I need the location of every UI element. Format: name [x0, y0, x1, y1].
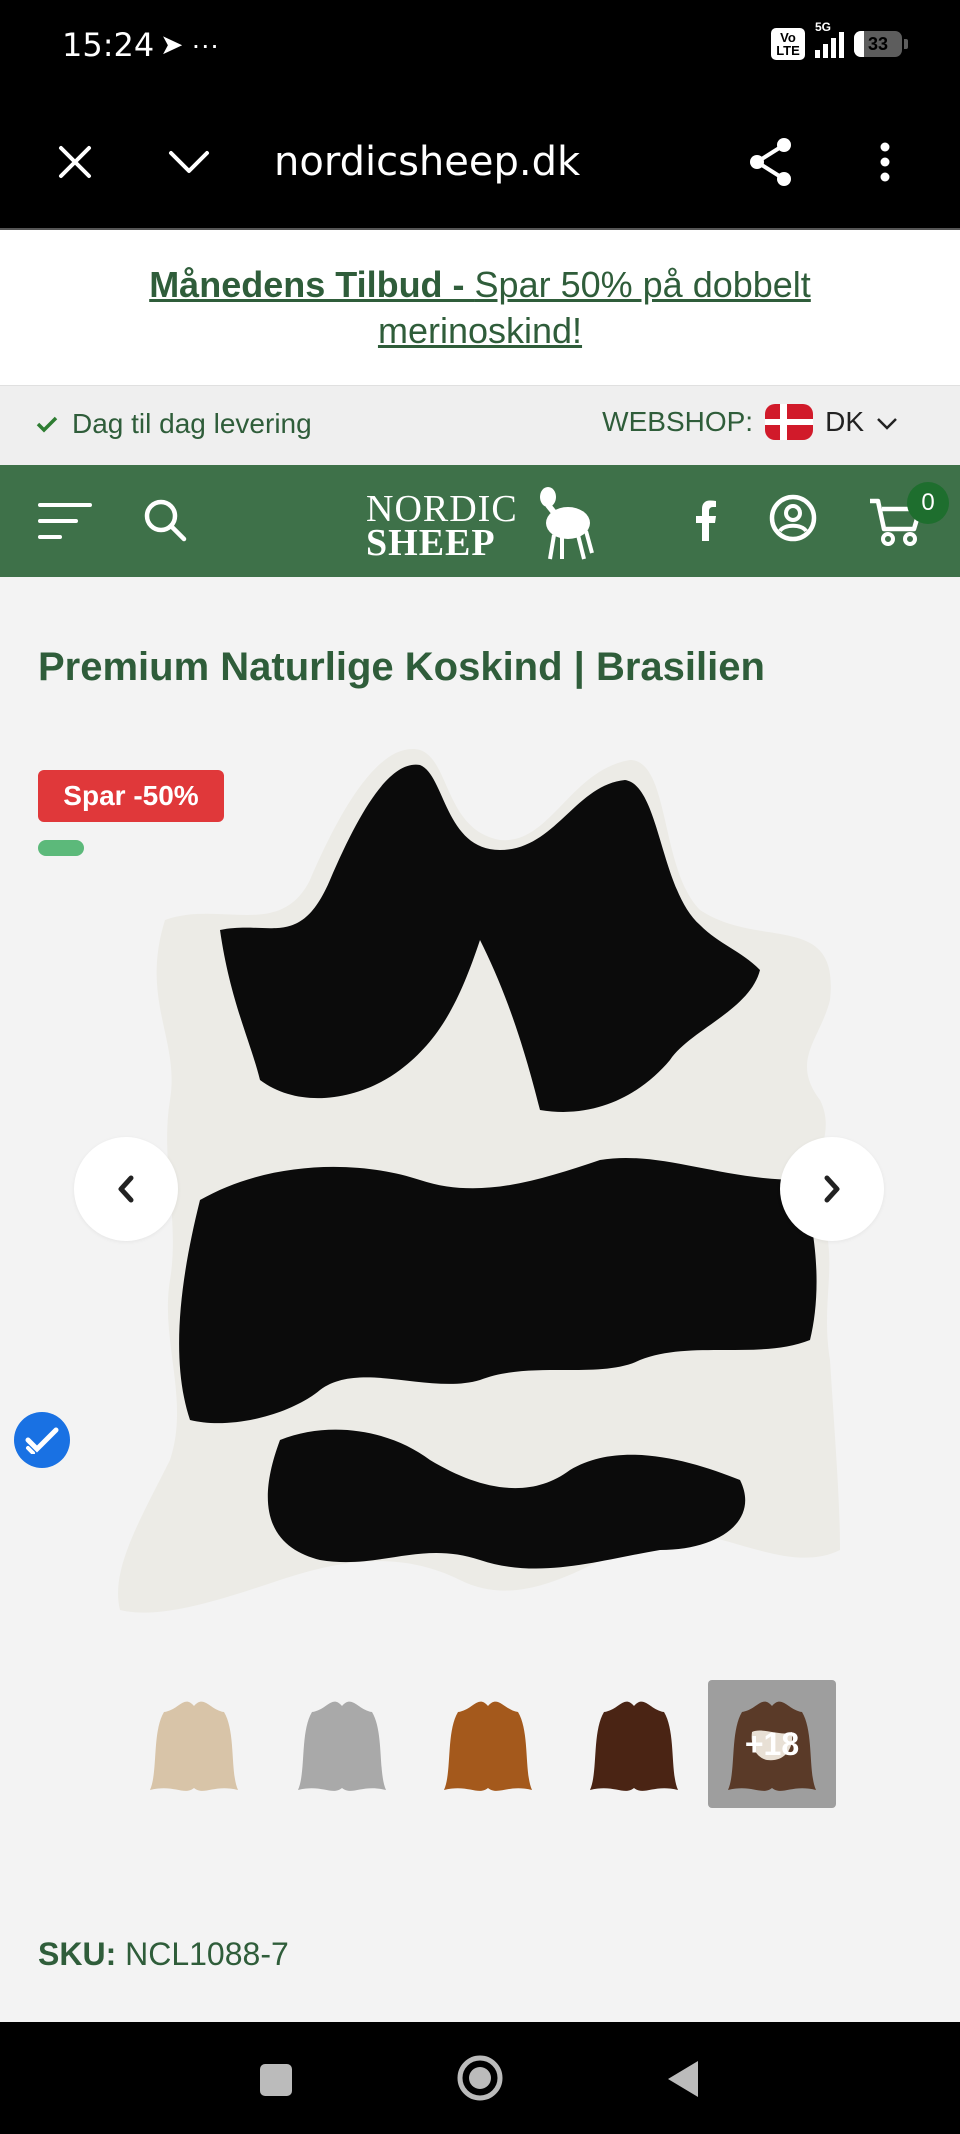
search-icon[interactable]: [142, 497, 188, 543]
promo-bold: Månedens Tilbud -: [149, 264, 475, 305]
promo-text[interactable]: Månedens Tilbud - Spar 50% på dobbelt me…: [100, 262, 860, 354]
info-bar: Dag til dag levering WEBSHOP: DK: [0, 385, 960, 466]
thumbnail[interactable]: [278, 1680, 406, 1808]
delivery-info: Dag til dag levering: [36, 408, 312, 440]
webshop-label: WEBSHOP:: [602, 406, 754, 437]
site-logo[interactable]: NORDIC SHEEP: [364, 481, 594, 564]
chevron-left-icon[interactable]: [74, 1137, 178, 1241]
status-notification-icons: ➤ ···: [160, 29, 220, 60]
flag-dk-icon: [765, 404, 814, 440]
browser-url-bar: nordicsheep.dk: [0, 95, 960, 230]
chevron-right-icon[interactable]: [780, 1137, 884, 1241]
thumbnail-more[interactable]: +18: [708, 1680, 836, 1808]
facebook-icon[interactable]: [690, 499, 720, 541]
stock-indicator: [38, 840, 84, 856]
close-icon[interactable]: [48, 135, 102, 189]
network-label: 5G: [815, 20, 832, 34]
system-nav-bar: [0, 2022, 960, 2134]
product-sku: SKU: NCL1088-7: [38, 1936, 289, 1973]
sku-label: SKU:: [38, 1936, 117, 1972]
thumbnail-strip: +18: [130, 1680, 850, 1808]
site-header: NORDIC SHEEP: [0, 465, 960, 577]
delivery-text: Dag til dag levering: [72, 408, 312, 439]
share-icon[interactable]: [744, 135, 798, 189]
country-code: DK: [825, 406, 864, 437]
account-icon[interactable]: [768, 493, 818, 543]
sku-value: NCL1088-7: [125, 1936, 289, 1972]
more-vert-icon[interactable]: [858, 135, 912, 189]
promo-banner[interactable]: Månedens Tilbud - Spar 50% på dobbelt me…: [0, 230, 960, 385]
chevron-down-icon[interactable]: [162, 135, 216, 189]
battery-level: 33: [867, 34, 889, 54]
thumbnail[interactable]: [570, 1680, 698, 1808]
product-image[interactable]: [100, 740, 860, 1630]
thumbnail[interactable]: [130, 1680, 258, 1808]
more-count: +18: [744, 1725, 800, 1762]
cart-count-badge: 0: [907, 482, 949, 524]
status-bar: 15:24 ➤ ··· Vo LTE 5G 33: [0, 0, 960, 95]
check-icon: [36, 408, 58, 440]
discount-badge: Spar -50%: [38, 770, 224, 822]
recents-icon[interactable]: [258, 2062, 294, 2103]
chevron-down-icon: [876, 406, 898, 438]
sheep-logo-icon: [540, 487, 594, 560]
menu-icon[interactable]: [36, 499, 94, 543]
signal-icon: 5G: [815, 20, 844, 58]
product-title: Premium Naturlige Koskind | Brasilien: [38, 645, 765, 689]
url-text[interactable]: nordicsheep.dk: [274, 139, 580, 185]
logo-line2: SHEEP: [366, 522, 496, 564]
back-icon[interactable]: [664, 2058, 702, 2105]
webshop-selector[interactable]: WEBSHOP: DK: [602, 404, 898, 440]
status-right: Vo LTE 5G 33: [771, 20, 908, 60]
home-icon[interactable]: [456, 2054, 504, 2107]
volte-icon: Vo LTE: [771, 28, 805, 60]
status-time: 15:24: [62, 26, 155, 64]
battery-icon: 33: [854, 31, 908, 57]
thumbnail[interactable]: [424, 1680, 552, 1808]
verified-icon[interactable]: [14, 1412, 70, 1468]
